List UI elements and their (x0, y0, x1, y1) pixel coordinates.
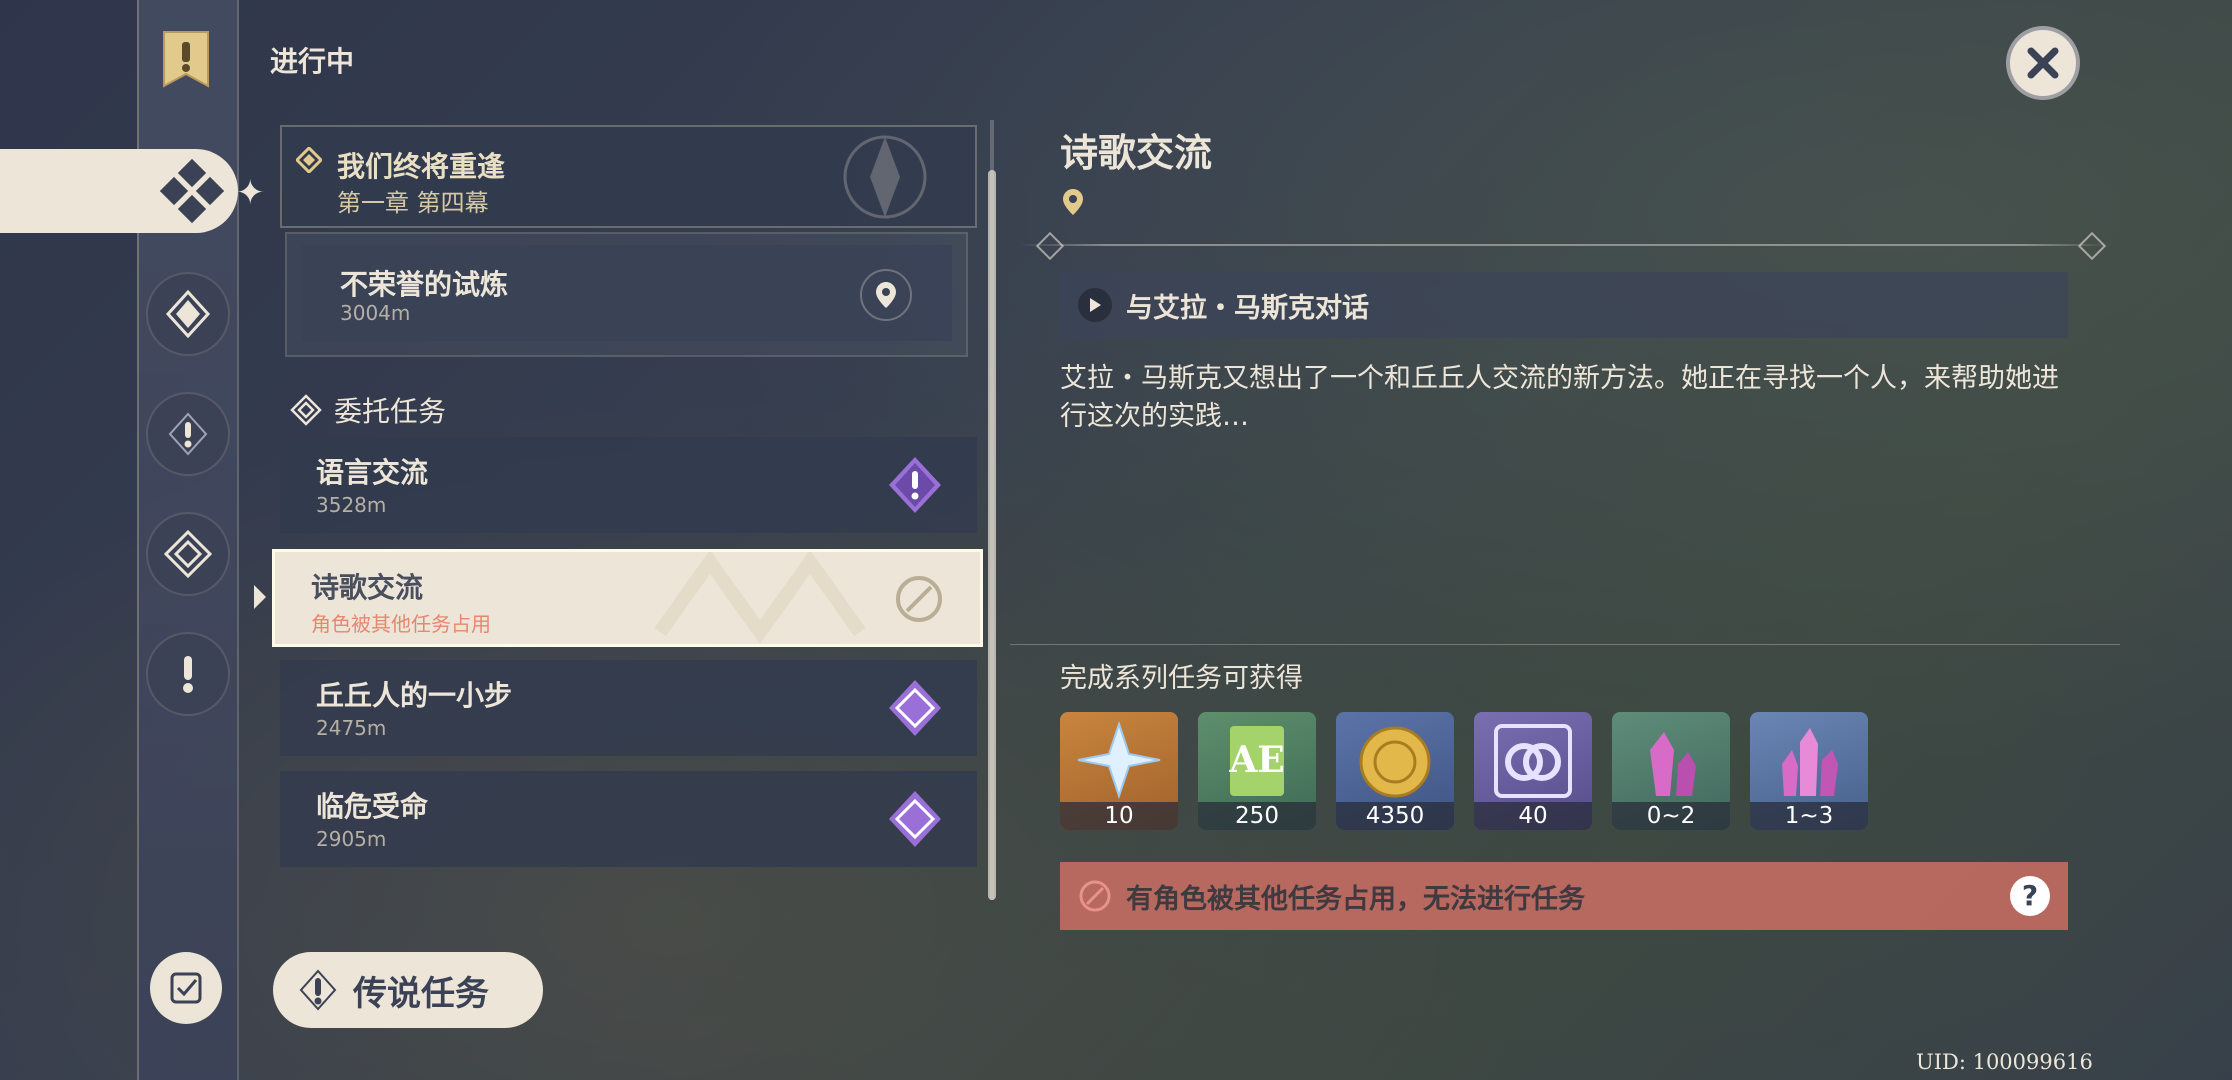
warning-text: 有角色被其他任务占用，无法进行任务 (1126, 883, 1585, 915)
quest-name: 我们终将重逢 (337, 150, 506, 183)
archon-quest-icon (165, 290, 211, 338)
rewards-list: 10 AE 250 4350 40 0~2 1~3 (1060, 712, 1868, 830)
completed-quests-button[interactable] (150, 952, 222, 1024)
quest-item-sub[interactable]: 不荣誉的试炼 3004m (302, 245, 952, 341)
quest-item-daily[interactable]: 语言交流 3528m (280, 437, 977, 533)
quest-status: 角色被其他任务占用 (311, 612, 491, 636)
sparkle-icon: ✦ (236, 173, 265, 213)
blocked-warning-banner: 有角色被其他任务占用，无法进行任务 ? (1060, 862, 2068, 930)
quest-distance: 2475m (316, 716, 387, 740)
track-button[interactable] (860, 269, 912, 321)
location-pin-icon (1063, 189, 1083, 215)
help-icon[interactable]: ? (2010, 876, 2050, 916)
svg-text:AE: AE (1228, 739, 1284, 781)
checklist-icon (170, 972, 202, 1004)
quest-name: 临危受命 (316, 790, 429, 823)
enhancement-ore-icon (1650, 732, 1696, 796)
reward-count: 1~3 (1750, 802, 1868, 830)
tab-all-quests[interactable] (0, 149, 238, 233)
archon-diamond-icon (296, 147, 322, 173)
quest-chapter: 第一章 第四幕 (337, 189, 489, 217)
story-quest-icon (168, 412, 208, 456)
reward-count: 40 (1474, 802, 1592, 830)
section-heading-label: 委托任务 (334, 395, 447, 428)
page-title: 进行中 (270, 45, 355, 78)
archon-emblem-icon (843, 135, 927, 219)
quest-item-daily-selected[interactable]: 诗歌交流 角色被其他任务占用 (272, 549, 983, 647)
quest-name: 语言交流 (316, 456, 429, 489)
quest-name: 诗歌交流 (311, 571, 424, 604)
legend-quests-label: 传说任务 (353, 973, 489, 1014)
decorative-pattern (654, 552, 866, 644)
primogem-icon (1077, 720, 1161, 800)
scrollbar-thumb[interactable] (988, 170, 996, 900)
reward-item[interactable]: 40 (1474, 712, 1592, 830)
tab-commissions[interactable] (146, 512, 230, 596)
divider (1010, 644, 2120, 645)
quest-distance: 3004m (340, 301, 411, 325)
selection-arrow-icon (254, 585, 266, 609)
legend-quest-icon (299, 969, 337, 1011)
tab-archon-quests[interactable] (146, 272, 230, 356)
commission-marker-icon (889, 680, 941, 736)
rewards-title: 完成系列任务可获得 (1060, 663, 1303, 694)
close-button[interactable] (2006, 26, 2080, 100)
reward-count: 4350 (1336, 802, 1454, 830)
tab-world-quests[interactable] (146, 632, 230, 716)
quest-description: 艾拉・马斯克又想出了一个和丘丘人交流的新方法。她正在寻找一个人，来帮助她进行这次… (1060, 363, 2059, 432)
commission-marker-icon (889, 457, 941, 513)
location-pin-icon (876, 282, 896, 308)
play-icon (1078, 288, 1112, 322)
friendship-exp-icon (1494, 724, 1572, 798)
legend-quests-button[interactable]: 传说任务 (273, 952, 543, 1028)
quest-detail-title: 诗歌交流 (1060, 131, 1213, 175)
reward-item[interactable]: 1~3 (1750, 712, 1868, 830)
reward-item[interactable]: 10 (1060, 712, 1178, 830)
reward-count: 10 (1060, 802, 1178, 830)
quest-name: 不荣誉的试炼 (340, 268, 509, 301)
commission-diamond-icon (290, 394, 322, 426)
quest-item-daily[interactable]: 丘丘人的一小步 2475m (280, 660, 977, 756)
divider (1020, 244, 2110, 246)
quest-item-archon[interactable]: 我们终将重逢 第一章 第四幕 (280, 125, 977, 228)
commission-marker-icon (889, 791, 941, 847)
section-heading-commissions: 委托任务 (290, 390, 446, 430)
close-icon (2027, 47, 2059, 79)
reward-item[interactable]: 4350 (1336, 712, 1454, 830)
quest-distance: 3528m (316, 493, 387, 517)
reward-item[interactable]: AE 250 (1198, 712, 1316, 830)
mora-icon (1359, 726, 1431, 798)
blocked-icon (896, 576, 942, 622)
quest-name: 丘丘人的一小步 (316, 679, 513, 712)
all-quests-icon (160, 159, 224, 223)
world-quest-icon (183, 656, 193, 693)
reward-count: 0~2 (1612, 802, 1730, 830)
objective-label: 与艾拉・马斯克对话 (1126, 292, 1369, 324)
quest-item-daily[interactable]: 临危受命 2905m (280, 771, 977, 867)
blocked-icon (1079, 880, 1111, 912)
quest-objective[interactable]: 与艾拉・马斯克对话 (1060, 272, 2068, 338)
crystal-cluster-icon (1782, 728, 1838, 796)
reward-count: 250 (1198, 802, 1316, 830)
uid-label: UID: 100099616 (1916, 1050, 2093, 1074)
adventure-exp-icon: AE (1228, 726, 1285, 796)
reward-item[interactable]: 0~2 (1612, 712, 1730, 830)
commission-icon (164, 530, 212, 578)
bookmark-icon[interactable] (160, 28, 212, 90)
tab-story-quests[interactable] (146, 392, 230, 476)
quest-distance: 2905m (316, 827, 387, 851)
